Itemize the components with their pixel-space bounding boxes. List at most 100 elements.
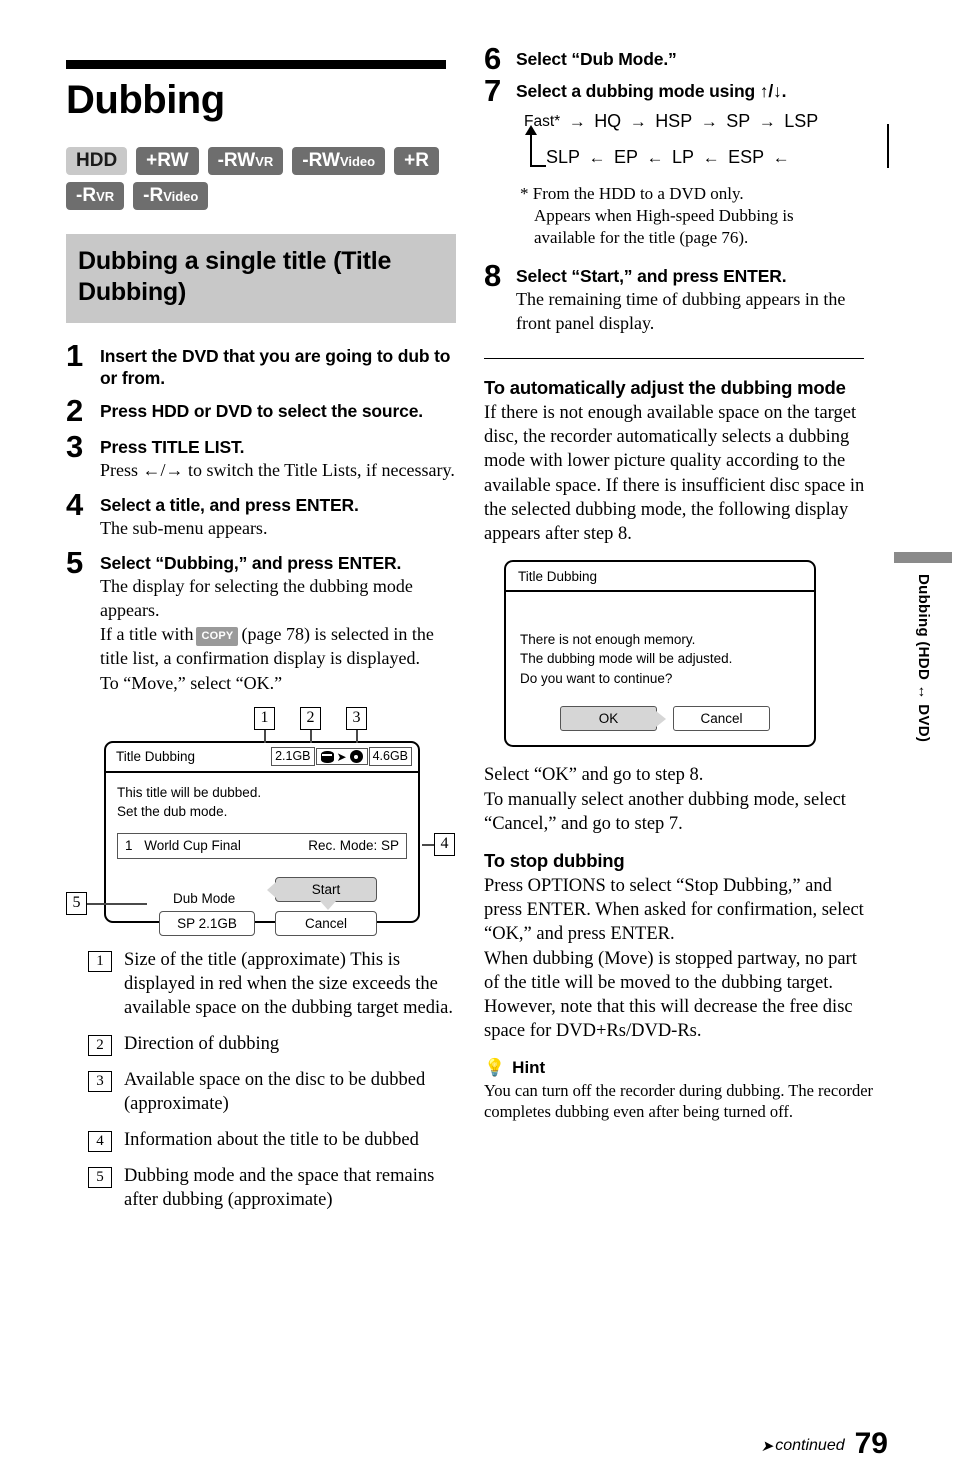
media-badge-minus-rw-vr: -RW VR (207, 147, 284, 175)
page-number: 79 (854, 1427, 888, 1460)
title-row-left: 1 World Cup Final (125, 838, 308, 853)
callout-2: 2 (300, 706, 321, 730)
section-divider (484, 357, 864, 359)
dubbing-mode-flow-diagram: Fast* → HQ → HSP → SP → LSP SLP ← EP ← L… (518, 111, 893, 179)
media-badge-plus-rw: +RW (136, 147, 199, 175)
dub-mode-label: Dub Mode (173, 890, 236, 906)
legend-text: Dubbing mode and the space that remains … (124, 1165, 435, 1210)
step-heading: Press HDD or DVD to select the source. (100, 400, 424, 421)
legend-number: 1 (88, 950, 112, 972)
stop-dubbing-heading: To stop dubbing (484, 849, 625, 871)
side-tab-bar (894, 552, 952, 563)
page-footer: ➤ continued 79 (761, 1429, 888, 1459)
hint-label: Hint (512, 1057, 546, 1077)
dialog-title: Title Dubbing (518, 568, 598, 584)
arrow-left-icon: ← (702, 148, 720, 168)
flow-loop-arrow-icon (525, 125, 537, 136)
right-column: 6 Select “Dub Mode.” 7 Select a dubbing … (484, 43, 889, 1122)
dialog-cancel-button[interactable]: Cancel (673, 706, 770, 732)
flow-mode-sp: SP (726, 111, 751, 132)
title-info-row[interactable]: 1 World Cup Final Rec. Mode: SP (117, 832, 407, 859)
step-number: 5 (66, 544, 84, 580)
arrow-right-icon: → (758, 112, 776, 132)
section-heading: Dubbing a single title (Title Dubbing) (78, 247, 392, 307)
flow-row-forward: Fast* → HQ → HSP → SP → LSP (522, 111, 820, 132)
not-enough-memory-dialog-figure: Title Dubbing There is not enough memory… (504, 560, 874, 748)
side-tab-label: Dubbing (HDD ↔ DVD) (915, 574, 932, 743)
arrow-left-icon: ← (588, 148, 606, 168)
lightbulb-icon: 💡 (484, 1058, 506, 1078)
copy-icon: COPY (196, 627, 239, 646)
legend-item-3: 3 Available space on the disc to be dubb… (88, 1068, 456, 1116)
step-heading: Select a dubbing mode using ↑/↓. (516, 80, 787, 101)
cancel-button[interactable]: Cancel (275, 910, 377, 936)
step-detail: The sub-menu appears. (100, 517, 268, 538)
legend-number: 4 (88, 1130, 112, 1152)
auto-adjust-heading: To automatically adjust the dubbing mode (484, 376, 846, 398)
screen-message-line2: Set the dub mode. (117, 804, 228, 820)
flow-wrap-left-line (530, 133, 532, 168)
rec-mode-value: Rec. Mode: SP (308, 838, 399, 854)
mode-area: Dub Mode SP 2.1GB Start Cancel (117, 873, 407, 936)
hint-heading: 💡 Hint (484, 1058, 874, 1078)
dub-mode-field[interactable]: SP 2.1GB (159, 910, 255, 936)
after-dialog-line1: Select “OK” and go to step 8. (484, 765, 704, 786)
screen-body: This title will be dubbed. Set the dub m… (106, 773, 418, 936)
stop-dubbing-para-2: When dubbing (Move) is stopped partway, … (484, 948, 857, 1042)
arrow-right-icon: → (568, 112, 586, 132)
screen-message: This title will be dubbed. Set the dub m… (117, 783, 407, 822)
legend-number: 3 (88, 1070, 112, 1092)
step-1: 1 Insert the DVD that you are going to d… (66, 337, 456, 389)
footnote-marker: * (520, 184, 529, 204)
step-number: 1 (66, 337, 84, 373)
callout-5: 5 (66, 891, 87, 915)
step-7: 7 Select a dubbing mode using ↑/↓. (484, 75, 874, 105)
step-heading: Press TITLE LIST. (100, 437, 245, 458)
leader-1 (264, 729, 266, 743)
screen-message-line1: This title will be dubbed. (117, 784, 262, 800)
dialog-ok-button[interactable]: OK (560, 706, 666, 732)
side-tab: Dubbing (HDD ↔ DVD) (894, 552, 954, 822)
step-heading: Select “Start,” and press ENTER. (516, 266, 787, 287)
step-heading: Select a title, and press ENTER. (100, 494, 359, 515)
leader-2 (310, 729, 312, 743)
section-heading-band: Dubbing a single title (Title Dubbing) (66, 234, 456, 323)
arrow-right-icon: → (629, 112, 647, 132)
step-heading: Insert the DVD that you are going to dub… (100, 345, 451, 388)
callout-3: 3 (346, 706, 367, 730)
hint-text: You can turn off the recorder during dub… (484, 1080, 874, 1121)
step-heading: Select “Dub Mode.” (516, 49, 677, 69)
continued-label: continued (775, 1437, 845, 1454)
legend-item-2: 2 Direction of dubbing (88, 1032, 456, 1056)
footnote-line3: available for the title (page 76). (534, 228, 749, 248)
arrow-right-icon: ➤ (760, 1438, 774, 1455)
arrow-left-icon: ← (772, 148, 790, 168)
media-badge-list: HDD +RW -RW VR -RW Video +R -R VR -R Video (66, 147, 446, 210)
dubbing-mode-footnote: * From the HDD to a DVD only. Appears wh… (520, 183, 874, 249)
callout-1: 1 (254, 706, 275, 730)
page-title: Dubbing (66, 78, 225, 122)
figure-legend: 1 Size of the title (approximate) This i… (88, 948, 456, 1212)
flow-mode-hq: HQ (594, 111, 622, 132)
step-heading: Select “Dubbing,” and press ENTER. (100, 552, 402, 573)
copy-sentence-start: If a title with (100, 624, 194, 645)
legend-text: Information about the title to be dubbed (124, 1129, 419, 1150)
step-4: 4 Select a title, and press ENTER. The s… (66, 489, 456, 541)
footnote-line1: From the HDD to a DVD only. (532, 184, 744, 204)
title-name: World Cup Final (144, 838, 241, 854)
step-2: 2 Press HDD or DVD to select the source. (66, 395, 456, 425)
flow-mode-slp: SLP (546, 147, 581, 168)
dialog-message-line2: The dubbing mode will be adjusted. (520, 651, 733, 667)
legend-text: Size of the title (approximate) This is … (124, 949, 453, 1018)
flow-row-return: SLP ← EP ← LP ← ESP ← (544, 147, 796, 168)
left-column: Dubbing HDD +RW -RW VR -RW Video +R -R VR -… (66, 60, 456, 1224)
title-index: 1 (125, 838, 133, 854)
dialog-message-line3: Do you want to continue? (520, 670, 673, 686)
legend-number: 5 (88, 1166, 112, 1188)
leader-5 (87, 902, 147, 905)
step-number: 3 (66, 429, 84, 465)
stop-dubbing-para-1: Press OPTIONS to select “Stop Dubbing,” … (484, 875, 864, 945)
flow-mode-hsp: HSP (655, 111, 693, 132)
chapter-rule (66, 60, 446, 69)
start-button[interactable]: Start (267, 876, 377, 910)
